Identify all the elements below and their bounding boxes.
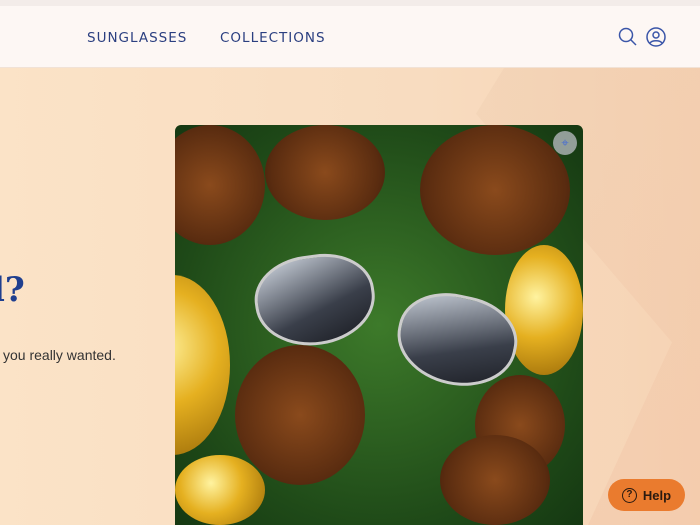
ornament (175, 275, 230, 455)
visual-search-icon[interactable]: ⌖ (553, 131, 577, 155)
pinecone (265, 125, 385, 220)
top-nav: SUNGLASSES COLLECTIONS (0, 6, 700, 68)
pinecone (175, 125, 265, 245)
pinecone (440, 435, 550, 525)
search-icon[interactable] (617, 26, 639, 48)
sunglasses-lens (249, 247, 381, 353)
ornament (175, 455, 265, 525)
pinecone (420, 125, 570, 255)
hero-image: ⌖ (175, 125, 583, 525)
nav-sunglasses[interactable]: SUNGLASSES (87, 30, 187, 46)
ornament (505, 245, 583, 375)
account-icon[interactable] (645, 26, 667, 48)
hero-subtext: you really wanted. (3, 347, 116, 363)
help-icon: ? (621, 487, 637, 503)
pinecone (235, 345, 365, 485)
help-label: Help (642, 487, 672, 503)
help-button[interactable]: ? Help (608, 479, 685, 511)
hero-heading: l? (0, 270, 25, 310)
nav-collections[interactable]: COLLECTIONS (220, 30, 326, 46)
